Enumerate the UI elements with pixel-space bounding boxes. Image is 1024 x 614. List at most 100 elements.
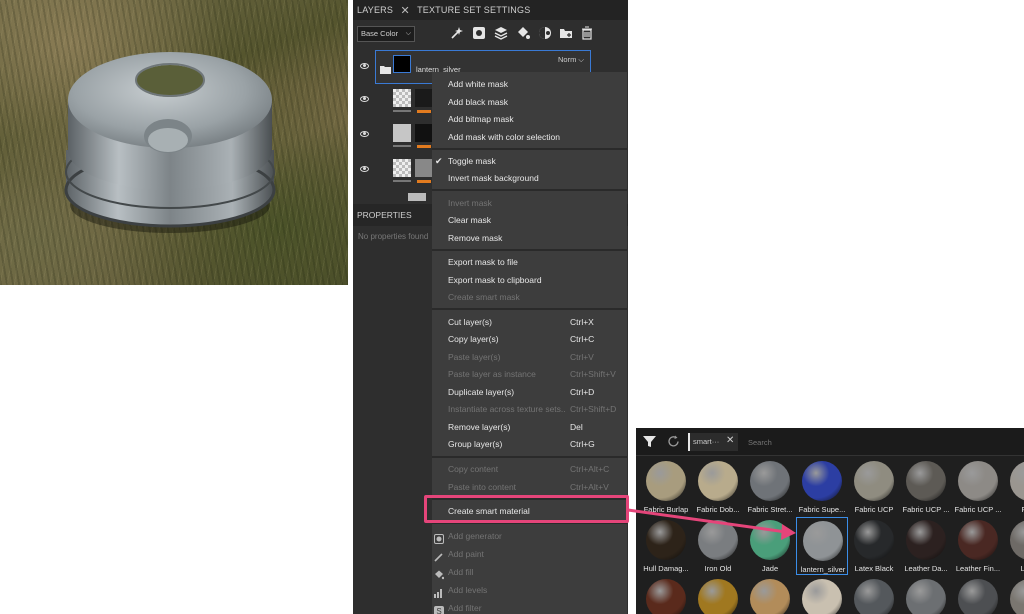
material-preview-sphere (750, 520, 790, 560)
material-tile[interactable] (1004, 576, 1024, 614)
menu-toggle-mask[interactable]: Toggle mask (448, 156, 496, 166)
material-tile[interactable]: Leath (1004, 517, 1024, 575)
fill-bucket-icon (434, 567, 445, 580)
mask-thumbnail (415, 89, 433, 107)
material-preview-sphere (854, 579, 894, 614)
material-label: Fabric Supe... (798, 505, 846, 514)
tab-layers[interactable]: LAYERS (353, 0, 397, 20)
smart-material-icon[interactable] (537, 25, 553, 41)
menu-separator (432, 249, 627, 251)
material-preview-sphere (802, 579, 842, 614)
menu-copy-content: Copy content (448, 464, 499, 474)
material-tile[interactable] (848, 576, 900, 614)
material-tile[interactable]: Hull Damag... (640, 517, 692, 575)
menu-add-mask-color-selection[interactable]: Add mask with color selection (448, 132, 560, 142)
channel-select[interactable]: Base Color ⌵ (357, 26, 415, 42)
material-preview-sphere (906, 461, 946, 501)
filter-funnel-icon[interactable] (643, 435, 656, 453)
visibility-eye-icon[interactable] (360, 166, 369, 172)
menu-remove-mask[interactable]: Remove mask (448, 233, 502, 243)
menu-export-mask-file[interactable]: Export mask to file (448, 257, 518, 267)
material-tile[interactable]: Fabric Burlap (640, 458, 692, 516)
menu-duplicate-layers[interactable]: Duplicate layer(s) (448, 387, 514, 397)
add-folder-icon[interactable] (558, 25, 574, 41)
material-tile[interactable]: Fabric UCP ... (952, 458, 1004, 516)
menu-export-mask-clipboard[interactable]: Export mask to clipboard (448, 275, 542, 285)
material-tile[interactable] (952, 576, 1004, 614)
material-tile[interactable]: Fabric UCP (848, 458, 900, 516)
material-tile[interactable] (744, 576, 796, 614)
material-label: Leath (1020, 564, 1024, 573)
menu-add-fill: Add fill (448, 567, 474, 577)
highlight-annotation-box (424, 495, 629, 523)
add-mask-icon[interactable] (471, 25, 487, 41)
trash-icon[interactable] (579, 25, 595, 41)
add-layer-icon[interactable] (493, 25, 509, 41)
shortcut-group: Ctrl+G (570, 439, 595, 449)
paint-brush-icon (434, 549, 444, 562)
material-preview-sphere (958, 520, 998, 560)
material-tile[interactable] (900, 576, 952, 614)
material-tile[interactable]: Fabri (1004, 458, 1024, 516)
material-tile[interactable]: lantern_silver (796, 517, 848, 575)
shortcut-paste: Ctrl+V (570, 352, 594, 362)
panel-tab-bar: LAYERS ✕ TEXTURE SET SETTINGS (353, 0, 628, 20)
menu-group-layers[interactable]: Group layer(s) (448, 439, 502, 449)
material-label: Jade (761, 564, 779, 573)
material-label: Leather Fin... (955, 564, 1001, 573)
mask-indicator (417, 145, 431, 148)
menu-copy-layers[interactable]: Copy layer(s) (448, 334, 499, 344)
channel-select-value: Base Color (361, 29, 399, 38)
close-icon[interactable]: ✕ (726, 435, 734, 446)
menu-paste-layers: Paste layer(s) (448, 352, 501, 362)
material-tile[interactable]: Fabric Stret... (744, 458, 796, 516)
material-preview-sphere (698, 520, 738, 560)
material-preview-sphere (698, 461, 738, 501)
levels-icon (434, 585, 444, 598)
visibility-eye-icon[interactable] (360, 96, 369, 102)
menu-separator (432, 308, 627, 310)
material-tile[interactable]: Fabric Supe... (796, 458, 848, 516)
visibility-eye-icon[interactable] (360, 131, 369, 137)
menu-invert-mask-background[interactable]: Invert mask background (448, 173, 539, 183)
tab-texture-set-settings[interactable]: TEXTURE SET SETTINGS (413, 0, 534, 20)
generator-icon (434, 531, 444, 544)
close-icon[interactable]: ✕ (397, 4, 413, 17)
shortcut-paste-content: Ctrl+Alt+V (570, 482, 609, 492)
menu-add-filter: Add filter (448, 603, 482, 613)
menu-add-bitmap-mask[interactable]: Add bitmap mask (448, 114, 514, 124)
material-tile[interactable] (796, 576, 848, 614)
material-tile[interactable]: Jade (744, 517, 796, 575)
material-tile[interactable] (692, 576, 744, 614)
layer-bar (393, 145, 411, 147)
menu-cut-layers[interactable]: Cut layer(s) (448, 317, 492, 327)
menu-add-white-mask[interactable]: Add white mask (448, 79, 508, 89)
material-tile[interactable]: Latex Black (848, 517, 900, 575)
blend-mode-select[interactable]: Norm ⌵ (558, 55, 584, 65)
shelf-panel: smart··· ✕ Fabric Burlap Fabric Dob... Fab… (636, 428, 1024, 614)
add-effect-icon[interactable] (449, 25, 465, 41)
material-preview-sphere (646, 579, 686, 614)
menu-add-black-mask[interactable]: Add black mask (448, 97, 508, 107)
3d-viewport[interactable] (0, 0, 348, 285)
context-menu: Add white mask Add black mask Add bitmap… (432, 72, 627, 614)
material-tile[interactable]: Fabric Dob... (692, 458, 744, 516)
app-screen: LAYERS ✕ TEXTURE SET SETTINGS Base Color… (0, 0, 1024, 614)
layer-bar (393, 110, 411, 112)
material-label: Fabric Dob... (696, 505, 740, 514)
mask-thumbnail (415, 124, 433, 142)
refresh-icon[interactable] (667, 435, 680, 453)
menu-clear-mask[interactable]: Clear mask (448, 215, 491, 225)
material-tile[interactable]: Iron Old (692, 517, 744, 575)
material-tile[interactable]: Leather Da... (900, 517, 952, 575)
material-tile[interactable]: Leather Fin... (952, 517, 1004, 575)
menu-add-paint: Add paint (448, 549, 484, 559)
shortcut-copy: Ctrl+C (570, 334, 595, 344)
menu-remove-layers[interactable]: Remove layer(s) (448, 422, 510, 432)
material-tile[interactable]: Fabric UCP ... (900, 458, 952, 516)
search-input[interactable] (744, 433, 1019, 451)
add-fill-layer-icon[interactable] (515, 25, 531, 41)
layer-thumbnail (393, 159, 411, 177)
material-tile[interactable] (640, 576, 692, 614)
visibility-eye-icon[interactable] (360, 63, 369, 69)
